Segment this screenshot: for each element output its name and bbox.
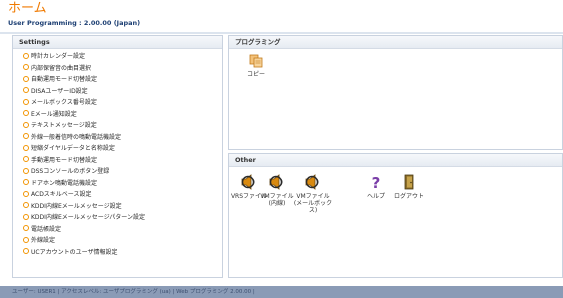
settings-link-label: ドアホン鳴動電話機設定 (31, 179, 98, 187)
settings-link[interactable]: ACDスキルベース設定 (23, 189, 222, 201)
settings-link[interactable]: メールボックス番号設定 (23, 97, 222, 109)
bullet-icon (23, 52, 29, 59)
settings-link-label: UCアカウントのユーザ情報設定 (31, 248, 118, 256)
settings-link-label: KDDI内線Eメールメッセージパターン設定 (31, 214, 145, 221)
page-subtitle: User Programming : 2.00.00 (Japan) (8, 19, 141, 27)
settings-link[interactable]: テキストメッセージ設定 (23, 120, 222, 132)
svg-text:?: ? (372, 174, 381, 190)
settings-link[interactable]: DSSコンソールのボタン登録 (23, 166, 222, 178)
settings-link-label: DISAユーザーID設定 (31, 87, 88, 95)
settings-link-label: テキストメッセージ設定 (31, 122, 97, 129)
settings-link-label: メールボックス番号設定 (31, 99, 97, 106)
settings-link-label: 手動運用モード切替設定 (31, 156, 98, 164)
other-tile[interactable]: VMファイル (メールボック ス) (291, 174, 335, 214)
bullet-icon (23, 144, 29, 151)
bullet-icon (23, 213, 29, 220)
header: ホーム User Programming : 2.00.00 (Japan) (0, 0, 563, 34)
settings-link[interactable]: KDDI内線Eメールメッセージパターン設定 (23, 212, 222, 224)
bullet-icon (23, 167, 29, 174)
bullet-icon (23, 133, 29, 139)
bullet-icon (23, 179, 29, 185)
bullet-icon (23, 110, 29, 116)
bullet-icon (23, 225, 29, 231)
header-divider (0, 32, 563, 34)
bullet-icon (23, 121, 29, 128)
settings-link[interactable]: 時計カレンダー設定 (23, 51, 222, 63)
bullet-icon (23, 75, 29, 82)
settings-link[interactable]: Eメール通知設定 (23, 109, 222, 121)
settings-link[interactable]: DISAユーザーID設定 (23, 86, 222, 98)
status-bar: ユーザー: USER1 | アクセスレベル: ユーザプログラミング (ua) |… (0, 286, 563, 298)
settings-link-label: 外線設定 (31, 237, 56, 244)
settings-link-label: 外線一般着信時の鳴動電話機設定 (31, 133, 122, 141)
settings-panel: Settings 時計カレンダー設定 内部保留音の曲目選択 自動運用モード切替設定 D… (12, 35, 223, 278)
settings-link-label: 内部保留音の曲目選択 (31, 64, 92, 72)
settings-link-label: Eメール通知設定 (31, 110, 77, 118)
bullet-icon (23, 98, 29, 105)
copy-label: コピー (246, 71, 265, 78)
other-panel-title: Other (229, 154, 562, 167)
settings-link-label: KDDI内線Eメールメッセージ設定 (31, 202, 122, 210)
settings-link[interactable]: 手動運用モード切替設定 (23, 155, 222, 167)
settings-link[interactable]: 外線設定 (23, 235, 222, 247)
settings-link[interactable]: 短縮ダイヤルデータと名称設定 (23, 143, 222, 155)
bullet-icon (23, 202, 29, 208)
settings-link-label: DSSコンソールのボタン登録 (31, 168, 110, 175)
settings-link[interactable]: KDDI内線Eメールメッセージ設定 (23, 201, 222, 213)
other-tile-label: ログアウト (393, 193, 424, 200)
other-tile-label: VMファイル (メールボック ス) (293, 193, 333, 214)
bullet-icon (23, 248, 29, 254)
bullet-icon (23, 156, 29, 162)
settings-link-label: 自動運用モード切替設定 (31, 76, 98, 83)
settings-link-label: ACDスキルベース設定 (31, 191, 92, 198)
logout-door-icon (389, 174, 429, 190)
bullet-icon (23, 190, 29, 197)
bullet-icon (23, 236, 29, 243)
programming-panel-title: プログラミング (229, 36, 562, 49)
settings-link[interactable]: 自動運用モード切替設定 (23, 74, 222, 86)
speaker-icon (291, 174, 335, 190)
copy-button[interactable]: コピー (231, 54, 281, 78)
settings-link[interactable]: 内部保留音の曲目選択 (23, 63, 222, 75)
other-panel: Other VRSファイル VMファイル (内線) VMファイル (メールボック ス… (228, 153, 563, 278)
settings-panel-title: Settings (13, 36, 222, 49)
other-tile-label: VMファイル (内線) (260, 193, 294, 207)
other-tile-label: ヘルプ (366, 193, 385, 200)
settings-link-label: 時計カレンダー設定 (31, 53, 86, 60)
settings-list: 時計カレンダー設定 内部保留音の曲目選択 自動運用モード切替設定 DISAユーザーID… (13, 49, 222, 258)
settings-link-label: 短縮ダイヤルデータと名称設定 (31, 145, 115, 152)
settings-link[interactable]: 電話帳設定 (23, 224, 222, 236)
settings-link[interactable]: 外線一般着信時の鳴動電話機設定 (23, 132, 222, 144)
settings-link[interactable]: ドアホン鳴動電話機設定 (23, 178, 222, 190)
other-tile[interactable]: ログアウト (389, 174, 429, 200)
settings-link-label: 電話帳設定 (31, 225, 62, 233)
bullet-icon (23, 87, 29, 93)
bullet-icon (23, 64, 29, 70)
page-title: ホーム (8, 1, 47, 16)
programming-panel: プログラミング コピー (228, 35, 563, 150)
copy-icon (249, 54, 263, 68)
settings-link[interactable]: UCアカウントのユーザ情報設定 (23, 247, 222, 259)
